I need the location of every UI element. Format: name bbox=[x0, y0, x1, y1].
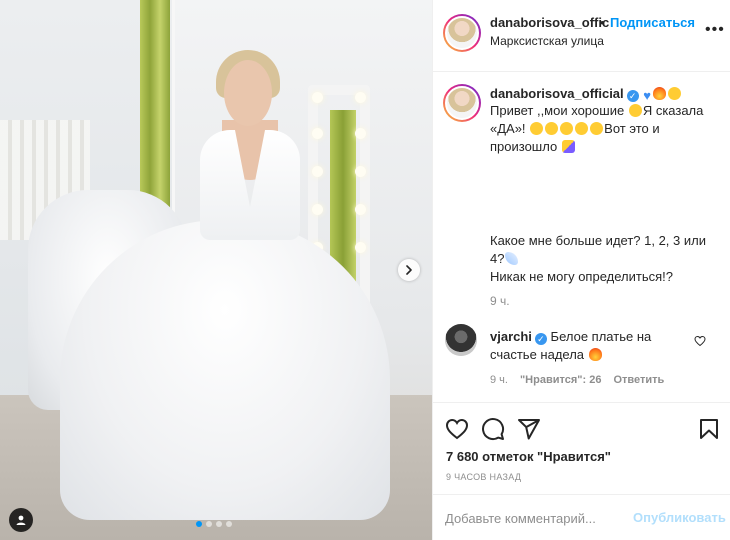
carousel-next-button[interactable] bbox=[398, 259, 420, 281]
reply-button[interactable]: Ответить bbox=[613, 374, 664, 386]
comment-like-button[interactable] bbox=[694, 334, 706, 352]
comment-icon bbox=[482, 418, 505, 441]
publish-button[interactable]: Опубликовать bbox=[633, 510, 726, 525]
comment-text: vjarchi ✓ Белое платье на счастье надела bbox=[490, 328, 680, 364]
blue-heart-emoji-icon: ♥ bbox=[643, 88, 651, 103]
user-tags-button[interactable] bbox=[9, 508, 33, 532]
comment-input[interactable] bbox=[445, 507, 625, 529]
caption-question: Какое мне больше идет? 1, 2, 3 или 4? Ни… bbox=[490, 232, 710, 286]
photo-bulb bbox=[355, 128, 366, 139]
caption-line-2b: Вот это и bbox=[604, 121, 660, 136]
post-age[interactable]: 9 часов назад bbox=[446, 472, 521, 482]
party-popper-emoji-icon bbox=[561, 140, 575, 153]
grimace-emoji-icon bbox=[575, 122, 589, 135]
carousel-dot bbox=[206, 521, 212, 527]
like-button[interactable] bbox=[445, 417, 469, 446]
post-header: danaborisova_offic • Подписаться Марксис… bbox=[433, 0, 730, 72]
caption-question-line-1: Какое мне больше идет? 1, 2, 3 или bbox=[490, 233, 706, 248]
photo-bulb bbox=[355, 166, 366, 177]
caption-line-1: Привет ,,мои хорошие bbox=[490, 103, 628, 118]
post-likes-count[interactable]: 7 680 отметок "Нравится" bbox=[446, 449, 611, 464]
photo-bulb bbox=[355, 242, 366, 253]
comment-line-2: счастье надела bbox=[490, 347, 588, 362]
caption-line-1b: Я сказала bbox=[642, 103, 704, 118]
rocket-emoji-icon bbox=[505, 252, 519, 265]
comment-likes-count[interactable]: "Нравится": 26 bbox=[520, 374, 601, 386]
comment-timestamp[interactable]: 9 ч. bbox=[490, 374, 508, 386]
more-options-button[interactable]: ••• bbox=[705, 22, 725, 38]
photo-bulb bbox=[312, 166, 323, 177]
comments-section: danaborisova_official ✓ ♥ Привет ,,мои хо… bbox=[433, 72, 730, 402]
photo-dress-skirt bbox=[60, 220, 390, 520]
chevron-right-icon bbox=[406, 265, 412, 275]
share-button[interactable] bbox=[517, 417, 541, 446]
carousel-dot bbox=[226, 521, 232, 527]
verified-badge-icon: ✓ bbox=[626, 90, 639, 102]
laughing-emoji-icon bbox=[590, 122, 604, 135]
heart-icon bbox=[445, 418, 469, 440]
caption-line-3: произошло bbox=[490, 139, 561, 154]
caption-line-2: «ДА»! bbox=[490, 121, 530, 136]
photo-bulb bbox=[312, 92, 323, 103]
caption-text: Привет ,,мои хорошие Я сказала «ДА»! Вот… bbox=[490, 102, 710, 156]
photo-bulb bbox=[355, 92, 366, 103]
commenter-username[interactable]: vjarchi bbox=[490, 329, 532, 344]
photo-bulb bbox=[355, 204, 366, 215]
smile-emoji-icon bbox=[530, 122, 544, 135]
caption-timestamp[interactable]: 9 ч. bbox=[490, 294, 510, 308]
caption-username[interactable]: danaborisova_official bbox=[490, 86, 624, 101]
author-avatar[interactable] bbox=[443, 14, 481, 52]
comment-line-1: Белое платье на bbox=[550, 329, 652, 344]
caption-avatar[interactable] bbox=[443, 84, 481, 122]
save-button[interactable] bbox=[697, 417, 721, 446]
caption-username-row: danaborisova_official ✓ ♥ bbox=[490, 86, 682, 102]
carousel-dot bbox=[216, 521, 222, 527]
comment-meta: 9 ч. "Нравится": 26 Ответить bbox=[490, 374, 664, 386]
caption-question-line-2: 4? bbox=[490, 251, 505, 266]
carousel-dot-active bbox=[196, 521, 202, 527]
smirk-emoji-icon bbox=[628, 104, 642, 117]
photo-bulb bbox=[312, 204, 323, 215]
heart-icon bbox=[694, 335, 706, 347]
carousel-indicator bbox=[196, 521, 232, 527]
fire-emoji-icon bbox=[653, 87, 666, 100]
winking-tongue-emoji-icon bbox=[668, 87, 681, 100]
caption-question-line-3: Никак не могу определиться!? bbox=[490, 269, 673, 284]
smile-emoji-icon bbox=[560, 122, 574, 135]
instagram-post: danaborisova_offic • Подписаться Марксис… bbox=[0, 0, 730, 540]
location-link[interactable]: Марксистская улица bbox=[490, 34, 604, 48]
follow-button[interactable]: Подписаться bbox=[610, 15, 695, 30]
photo-bulb bbox=[312, 128, 323, 139]
post-photo[interactable] bbox=[0, 0, 432, 540]
commenter-avatar[interactable] bbox=[445, 324, 477, 356]
user-tag-icon bbox=[16, 515, 26, 525]
fire-emoji-icon bbox=[588, 348, 602, 361]
photo-face bbox=[224, 60, 272, 126]
smile-emoji-icon bbox=[545, 122, 559, 135]
comment-button[interactable] bbox=[481, 417, 505, 446]
header-separator: • bbox=[600, 15, 605, 30]
bookmark-icon bbox=[700, 419, 718, 439]
author-username[interactable]: danaborisova_offic bbox=[490, 15, 609, 30]
post-sidebar: danaborisova_offic • Подписаться Марксис… bbox=[432, 0, 730, 540]
post-actions bbox=[433, 402, 730, 446]
paper-plane-icon bbox=[518, 419, 540, 440]
comment-composer: Опубликовать bbox=[433, 494, 730, 540]
verified-badge-icon: ✓ bbox=[534, 333, 547, 345]
